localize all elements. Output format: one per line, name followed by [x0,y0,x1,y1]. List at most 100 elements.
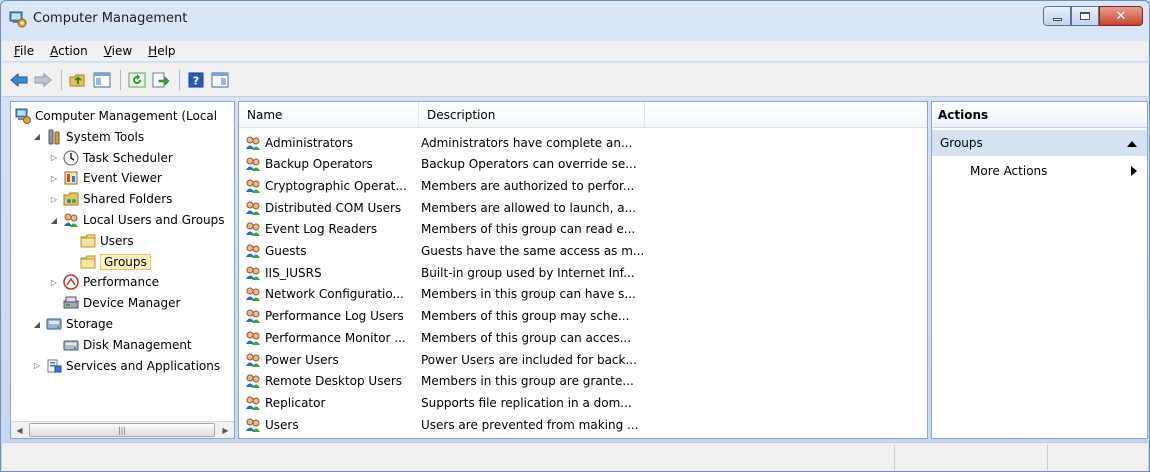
user-group-icon [246,157,260,172]
tree-item-label: Shared Folders [83,192,173,207]
export-list-button[interactable] [150,69,172,91]
tree-item-label: Task Scheduler [83,150,173,165]
tree-item-event-viewer[interactable]: ▷ Event Viewer [49,168,162,188]
menu-action[interactable]: Action [42,44,96,58]
group-name-cell: Performance Monitor ... [239,330,419,346]
table-row[interactable]: Network Configuratio... Members in this g… [239,284,927,305]
tree-item-storage[interactable]: ◢ Storage [32,314,113,334]
user-group-icon [246,222,260,237]
tree-item-label: System Tools [66,129,145,144]
title-bar[interactable]: Computer Management ✕ [1,1,1149,39]
table-row[interactable]: Guests Guests have the same access as m..… [239,241,927,262]
tree-item-shared-folders[interactable]: ▷ Shared Folders [49,189,172,209]
group-name-cell: Distributed COM Users [239,200,419,216]
scroll-left-icon[interactable]: ◀ [11,422,28,438]
group-description: Members are allowed to launch, a... [421,200,637,215]
group-description: Members are authorized to perfor... [421,178,635,193]
collapse-arrow-icon[interactable]: ◢ [32,320,42,329]
back-button[interactable] [8,69,30,91]
user-group-icon [246,374,260,389]
more-actions-item[interactable]: More Actions [932,160,1147,182]
table-row[interactable]: IIS_IUSRS Built-in group used by Internet… [239,262,927,283]
tree-item-device-manager[interactable]: Device Manager [49,293,180,313]
actions-section-groups[interactable]: Groups [932,130,1147,156]
tree-item-services-and-applications[interactable]: ▷ Services and Applications [32,356,220,376]
user-group-icon [246,244,260,258]
refresh-icon [128,72,146,87]
table-row[interactable]: Performance Log Users Members of this gro… [239,306,927,327]
group-name-cell: Cryptographic Operat... [239,178,419,194]
group-name: Performance Log Users [265,309,404,324]
show-hide-action-pane-button[interactable] [209,69,231,91]
expand-arrow-icon[interactable]: ▷ [49,174,59,183]
tree-item-computer-management-local[interactable]: Computer Management (Local [15,106,217,126]
menu-label-rest: ction [58,44,88,58]
svg-text:?: ? [193,74,199,87]
up-folder-icon [69,74,85,86]
users-groups-icon [64,213,78,227]
back-arrow-icon [10,72,28,87]
tree-item-system-tools[interactable]: ◢ System Tools [32,127,144,147]
toolbar-separator [179,69,180,90]
collapse-up-icon [1127,140,1137,147]
menu-access-key: H [148,44,158,58]
user-group-icon [246,266,260,280]
maximize-button[interactable] [1071,6,1099,26]
expand-arrow-icon[interactable]: ▷ [49,195,59,204]
scroll-right-icon[interactable]: ▶ [217,422,234,438]
table-row[interactable]: Power Users Power Users are included for … [239,349,927,370]
menu-file[interactable]: File [6,44,42,58]
help-button[interactable]: ? [185,69,207,91]
window-title: Computer Management [33,11,188,26]
show-hide-console-tree-button[interactable] [91,69,113,91]
export-list-icon [152,72,170,87]
menu-label-rest: elp [157,44,176,58]
tree-item-performance[interactable]: ▷ Performance [49,272,159,292]
group-name-cell: Replicator [239,395,419,411]
table-row[interactable]: Administrators Administrators have comple… [239,132,927,153]
group-name: Event Log Readers [265,222,378,237]
user-group-icon [246,136,260,150]
tree-item-task-scheduler[interactable]: ▷ Task Scheduler [49,148,173,168]
tree-item-disk-management[interactable]: Disk Management [49,335,192,355]
console-tree-pane[interactable]: ◀ ||| ▶ Computer Management (Local ◢ Syste… [10,101,235,439]
close-button[interactable]: ✕ [1099,6,1143,26]
computer-management-window: Computer Management ✕ File Action View Help [0,0,1150,472]
table-row[interactable]: Replicator Supports file replication in a… [239,392,927,413]
expand-arrow-icon[interactable]: ▷ [32,361,42,370]
group-description: Supports file replication in a dom... [421,395,632,410]
group-description: Members in this group can have s... [421,287,636,302]
up-one-level-button[interactable] [67,69,89,91]
group-name: Guests [265,244,307,258]
forward-button[interactable] [32,69,54,91]
table-row[interactable]: Distributed COM Users Members are allowed… [239,197,927,218]
tree-item-users[interactable]: Users [66,231,134,251]
table-row[interactable]: Remote Desktop Users Members in this grou… [239,371,927,392]
collapse-arrow-icon[interactable]: ◢ [49,216,59,225]
column-header-description[interactable]: Description [419,102,645,128]
table-row[interactable]: Cryptographic Operat... Members are autho… [239,175,927,196]
user-group-icon [246,353,260,367]
minimize-button[interactable] [1043,6,1071,26]
table-row[interactable]: Backup Operators Backup Operators can ove… [239,154,927,175]
table-row[interactable]: Event Log Readers Members of this group c… [239,219,927,240]
more-actions-label: More Actions [970,164,1048,178]
table-row[interactable]: Users Users are prevented from making ... [239,414,927,435]
menu-view[interactable]: View [96,44,140,58]
refresh-button[interactable] [126,69,148,91]
table-row[interactable]: Performance Monitor ... Members of this g… [239,327,927,348]
tree-item-groups[interactable]: Groups [66,252,151,272]
scrollbar-thumb[interactable]: ||| [29,423,215,437]
performance-icon [63,274,79,291]
expand-arrow-icon[interactable]: ▷ [49,278,59,287]
menu-help[interactable]: Help [140,44,183,58]
expand-arrow-icon[interactable]: ▷ [49,153,59,162]
group-name-cell: Remote Desktop Users [239,373,419,389]
column-header-name[interactable]: Name [239,102,419,128]
results-list-pane[interactable]: Name Description Administrators Administr… [238,101,928,439]
collapse-arrow-icon[interactable]: ◢ [32,132,42,141]
group-name-cell: Power Users [239,352,419,368]
tree-item-local-users-and-groups[interactable]: ◢ Local Users and Groups [49,210,225,230]
tree-horizontal-scrollbar[interactable]: ◀ ||| ▶ [11,421,234,438]
disk-management-icon [63,340,79,351]
